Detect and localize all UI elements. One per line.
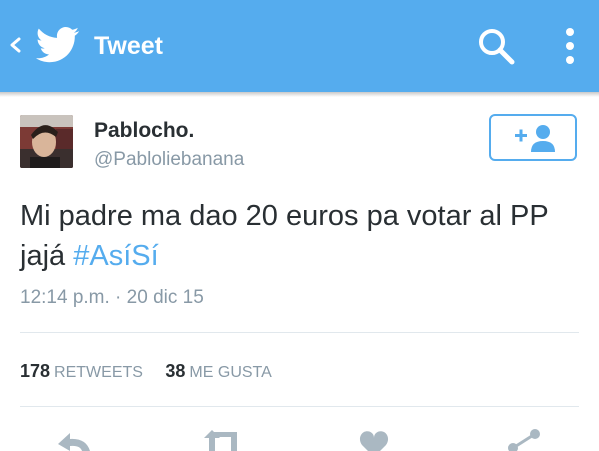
follow-button[interactable]	[489, 114, 577, 161]
retweets-count: 178	[20, 361, 51, 381]
twitter-bird-icon[interactable]	[36, 27, 80, 63]
tweet-timestamp: 12:14 p.m. · 20 dic 15	[20, 287, 204, 308]
reply-icon[interactable]	[56, 428, 92, 451]
user-handle[interactable]: @Pabloliebanana	[94, 148, 244, 172]
like-icon[interactable]	[357, 428, 391, 451]
display-name[interactable]: Pablocho.	[94, 118, 194, 144]
add-user-icon	[515, 125, 555, 152]
divider	[20, 332, 579, 333]
overflow-menu-icon[interactable]	[556, 24, 584, 68]
retweets-label: RETWEETS	[54, 364, 143, 381]
retweets-stat[interactable]: 178 RETWEETS	[20, 361, 165, 381]
app-bar-shadow	[0, 92, 599, 97]
divider	[20, 406, 579, 407]
retweet-icon[interactable]	[200, 428, 248, 451]
top-app-bar: Tweet	[0, 0, 599, 92]
tweet-text: Mi padre ma dao 20 euros pa votar al PP …	[20, 196, 580, 276]
page-title: Tweet	[94, 32, 163, 60]
tweet-stats: 178 RETWEETS 38 ME GUSTA	[20, 359, 290, 383]
likes-count: 38	[165, 361, 186, 381]
hashtag-link[interactable]: #AsíSí	[73, 240, 158, 272]
search-icon[interactable]	[476, 26, 516, 66]
likes-label: ME GUSTA	[189, 364, 272, 381]
likes-stat[interactable]: 38 ME GUSTA	[165, 361, 289, 381]
avatar[interactable]	[20, 115, 73, 168]
back-chevron-icon[interactable]	[8, 33, 22, 57]
share-icon[interactable]	[505, 428, 541, 451]
